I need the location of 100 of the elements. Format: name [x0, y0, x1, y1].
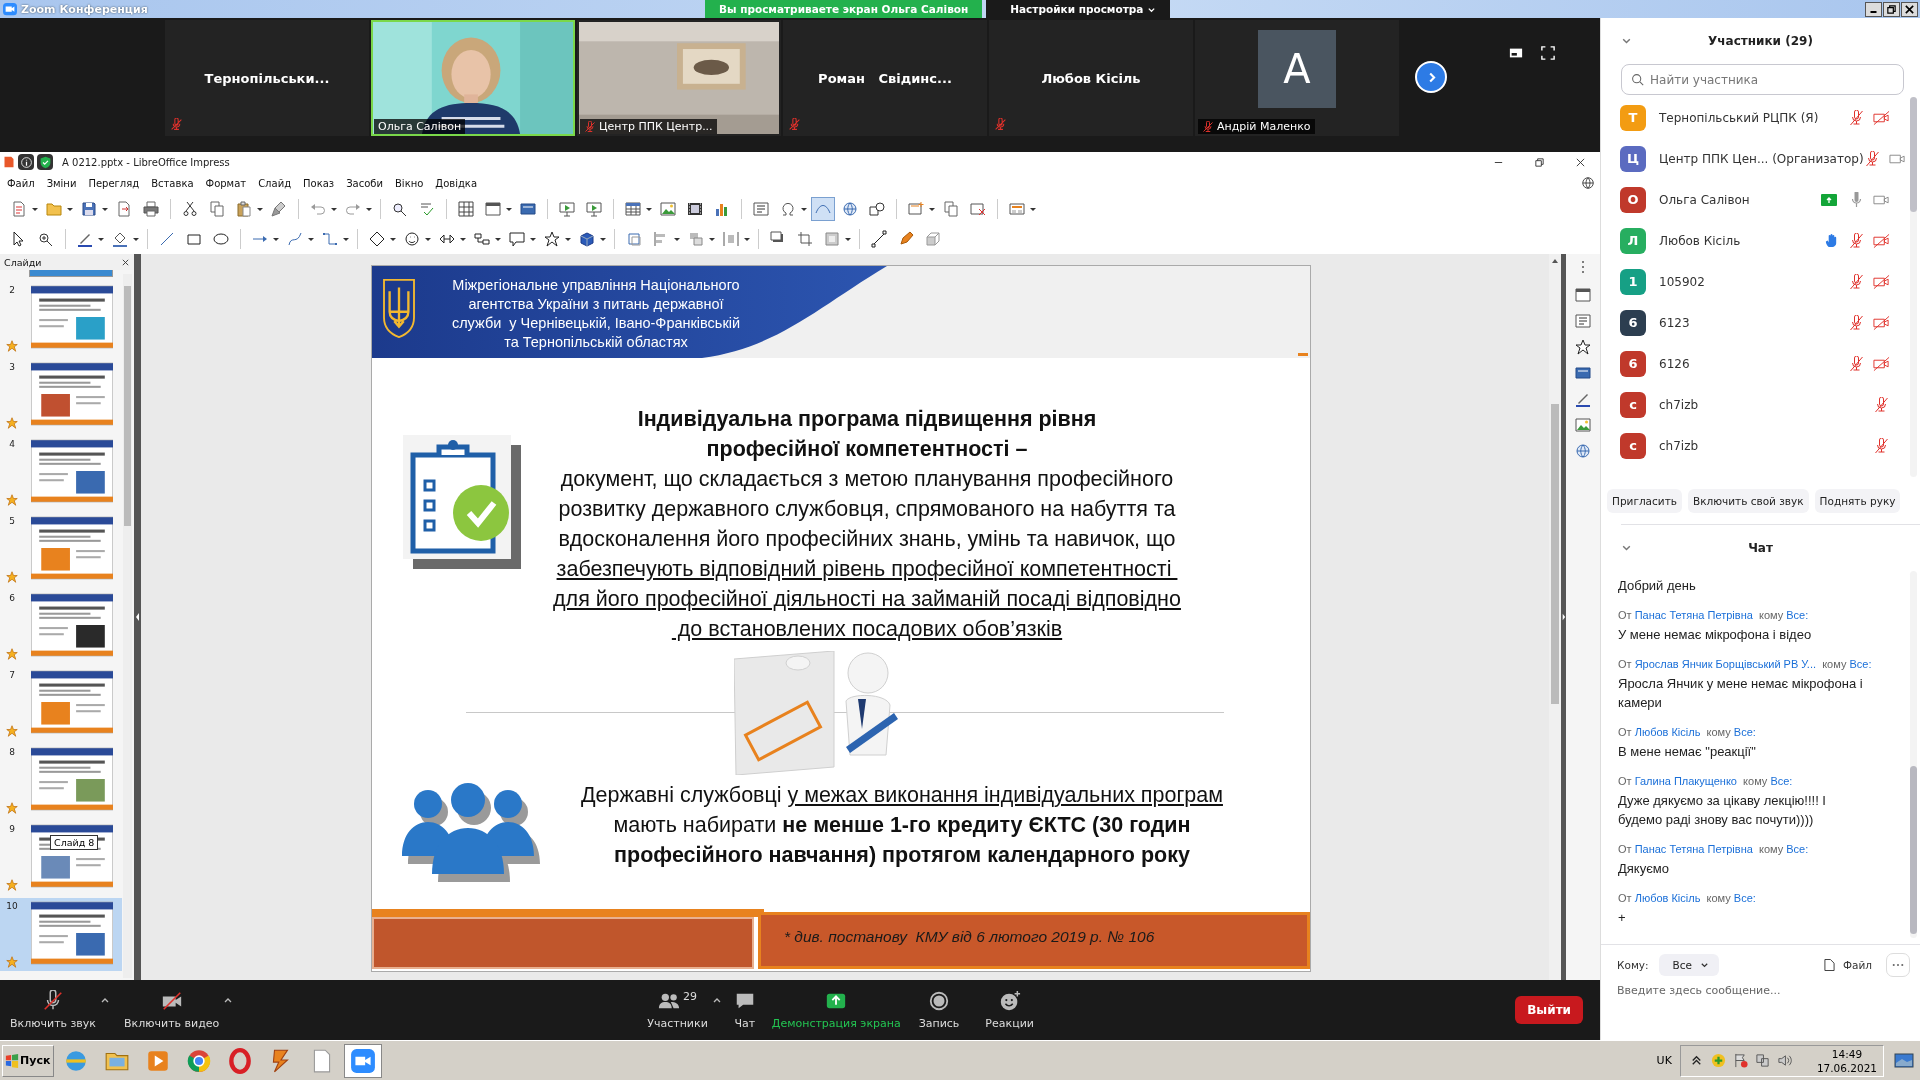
caret-icon[interactable]: [674, 236, 680, 242]
clock-date[interactable]: 17.06.2021: [1816, 1060, 1877, 1075]
caret-icon[interactable]: [845, 236, 851, 242]
language-indicator[interactable]: UK: [1656, 1054, 1672, 1067]
caret-icon[interactable]: [495, 236, 501, 242]
fullscreen-icon[interactable]: [1541, 46, 1555, 60]
toolbar-button[interactable]: 29 Участники: [645, 986, 710, 1034]
grid-icon[interactable]: [455, 198, 477, 220]
slide-thumbnail[interactable]: [31, 747, 113, 811]
participant-row[interactable]: 6 6123: [1601, 302, 1920, 343]
participant-row[interactable]: c ch7izb: [1601, 384, 1920, 425]
search-field[interactable]: Найти участника: [1621, 64, 1904, 95]
menu-item[interactable]: Показ: [303, 177, 335, 189]
video-tile[interactable]: Любов Кісіль: [989, 20, 1193, 136]
start-button[interactable]: Пуск: [2, 1044, 54, 1077]
video-tile[interactable]: Тернопільськи...: [165, 20, 369, 136]
globe-icon[interactable]: [1581, 176, 1595, 190]
speaker-icon[interactable]: [1776, 1053, 1792, 1068]
more-icon[interactable]: [1581, 260, 1585, 274]
caret-icon[interactable]: [67, 206, 73, 212]
caret-icon[interactable]: [744, 236, 750, 242]
caret-icon[interactable]: [565, 236, 571, 242]
caret-icon[interactable]: [343, 236, 349, 242]
close-button[interactable]: [1901, 1, 1918, 17]
display-icon[interactable]: [1574, 286, 1592, 304]
caret-icon[interactable]: [273, 236, 279, 242]
slide-thumbnail[interactable]: [31, 670, 113, 734]
menu-item[interactable]: Зміни: [46, 177, 77, 189]
caret-icon[interactable]: [506, 206, 512, 212]
layout-icon[interactable]: [1509, 46, 1523, 60]
globe-icon[interactable]: [1574, 442, 1592, 460]
menu-item[interactable]: Формат: [205, 177, 247, 189]
slide-icon[interactable]: [1574, 364, 1592, 382]
view-options-button[interactable]: Настройки просмотра: [986, 0, 1171, 18]
recipient-dropdown[interactable]: Все: [1658, 954, 1719, 976]
leave-button[interactable]: Выйти: [1515, 996, 1583, 1024]
participant-row[interactable]: c ch7izb: [1601, 425, 1920, 466]
taskbar-app[interactable]: [344, 1043, 382, 1078]
info-icon[interactable]: [18, 154, 34, 170]
slide-thumbnail[interactable]: [31, 901, 113, 965]
caret-icon[interactable]: [600, 236, 606, 242]
restore-icon[interactable]: [1534, 156, 1545, 168]
caret-icon[interactable]: [646, 206, 652, 212]
panel-button[interactable]: Включить свой звук: [1687, 489, 1809, 513]
slide-thumbnail[interactable]: [31, 362, 113, 426]
close-icon[interactable]: [121, 257, 130, 267]
slide-thumbnail[interactable]: [31, 516, 113, 580]
menu-item[interactable]: Довідка: [435, 177, 478, 189]
next-page-button[interactable]: [1415, 61, 1447, 93]
toolbar-button[interactable]: Запись: [916, 986, 962, 1034]
participant-row[interactable]: 6 6126: [1601, 343, 1920, 384]
toolbar-button[interactable]: Демонстрация экрана: [769, 986, 903, 1034]
toolbar-button[interactable]: Чат: [731, 986, 758, 1034]
menu-item[interactable]: Перегляд: [88, 177, 140, 189]
caret-icon[interactable]: [801, 206, 807, 212]
text-box-icon[interactable]: [1574, 312, 1592, 330]
network-icon[interactable]: [1754, 1053, 1770, 1068]
caret-icon[interactable]: [390, 236, 396, 242]
star-icon[interactable]: [1574, 338, 1592, 356]
caret-icon[interactable]: [929, 206, 935, 212]
caret-icon[interactable]: [530, 236, 536, 242]
flag-icon[interactable]: [1732, 1053, 1748, 1068]
participant-row[interactable]: Т Тернопільський РЦПК (Я): [1601, 97, 1920, 138]
close-icon[interactable]: [1575, 156, 1586, 168]
participant-row[interactable]: Ц Центр ППК Цен... (Организатор): [1601, 138, 1920, 179]
caret-icon[interactable]: [257, 206, 263, 212]
printer-icon[interactable]: [140, 198, 162, 220]
file-button[interactable]: Файл: [1824, 958, 1872, 972]
caret-icon[interactable]: [425, 236, 431, 242]
panel-button[interactable]: Поднять руку: [1814, 489, 1901, 513]
caret-icon[interactable]: [133, 236, 139, 242]
toolbar-button[interactable]: Включить видео: [122, 986, 222, 1034]
caret-icon[interactable]: [366, 206, 372, 212]
menu-item[interactable]: Слайд: [258, 177, 292, 189]
video-tile[interactable]: Центр ППК Центр...: [577, 20, 781, 136]
caret-icon[interactable]: [308, 236, 314, 242]
caret-icon[interactable]: [460, 236, 466, 242]
caret-icon[interactable]: [102, 206, 108, 212]
participant-row[interactable]: Л Любов Кісіль: [1601, 220, 1920, 261]
slide-thumbnail[interactable]: [31, 593, 113, 657]
menu-item[interactable]: Вставка: [151, 177, 194, 189]
slide-thumbnail[interactable]: [31, 439, 113, 503]
toolbar-button[interactable]: Включить звук: [8, 986, 98, 1034]
caret-icon[interactable]: [709, 236, 715, 242]
panel-button[interactable]: Пригласить: [1607, 489, 1682, 513]
edit-points-icon[interactable]: [868, 228, 890, 250]
show-desktop-icon[interactable]: [1894, 1052, 1914, 1069]
caret-icon[interactable]: [331, 206, 337, 212]
caret-icon[interactable]: [32, 206, 38, 212]
video-tile[interactable]: A Андрій Маленко: [1195, 20, 1399, 136]
slide-thumbnail[interactable]: [31, 285, 113, 349]
menu-item[interactable]: Засоби: [346, 177, 383, 189]
participant-row[interactable]: О Ольга Салівон: [1601, 179, 1920, 220]
menu-item[interactable]: Файл: [7, 177, 35, 189]
scroll-up-icon[interactable]: [1551, 258, 1559, 264]
slide-thumbnail[interactable]: [29, 270, 113, 277]
arc-icon[interactable]: [812, 198, 834, 220]
caret-icon[interactable]: [98, 236, 104, 242]
toolbar-button[interactable]: Реакции: [983, 986, 1036, 1034]
menu-item[interactable]: Вікно: [395, 177, 424, 189]
